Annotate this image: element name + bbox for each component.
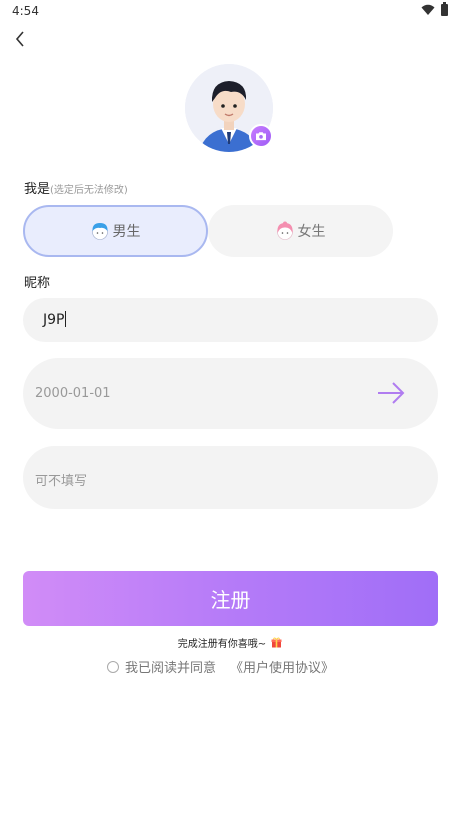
optional-placeholder: 可不填写: [35, 474, 88, 489]
gender-label-text: 我是: [24, 182, 51, 197]
agreement-text: 我已阅读并同意: [125, 661, 217, 676]
nickname-input[interactable]: J9P: [23, 298, 438, 342]
nickname-value: J9P: [43, 312, 65, 328]
agreement-row: 我已阅读并同意 《用户使用协议》: [107, 657, 334, 676]
nickname-label: 昵称: [24, 276, 51, 291]
agreement-checkbox[interactable]: [107, 660, 119, 673]
register-button[interactable]: 注册: [23, 571, 438, 626]
gender-male-label: 男生: [112, 224, 141, 240]
status-bar: 4:54: [0, 0, 460, 22]
gender-label: 我是(选定后无法修改): [24, 178, 128, 197]
gift-line: 完成注册有你喜哦~: [0, 635, 460, 650]
girl-icon: [276, 221, 293, 240]
gender-male-button[interactable]: 男生: [23, 205, 208, 257]
avatar-picker[interactable]: [185, 64, 273, 152]
arrow-right-icon: [378, 382, 405, 404]
gift-text: 完成注册有你喜哦~: [177, 639, 267, 650]
birthday-picker[interactable]: 2000-01-01: [23, 358, 438, 429]
wifi-icon: [421, 4, 435, 15]
gender-female-label: 女生: [297, 224, 326, 240]
status-time: 4:54: [12, 4, 39, 18]
boy-icon: [91, 223, 108, 240]
battery-icon: [441, 2, 448, 16]
optional-input[interactable]: 可不填写: [23, 446, 438, 509]
user-agreement-link[interactable]: 《用户使用协议》: [230, 657, 334, 676]
birthday-value: 2000-01-01: [35, 386, 111, 401]
text-caret: [65, 311, 67, 327]
back-button[interactable]: [10, 28, 32, 50]
camera-icon[interactable]: [249, 124, 273, 148]
gender-female-button[interactable]: 女生: [208, 205, 393, 257]
gender-hint: (选定后无法修改): [50, 185, 128, 196]
nickname-value-wrap: J9P: [43, 311, 67, 328]
status-icons: [421, 2, 448, 16]
gift-icon: [271, 637, 282, 648]
